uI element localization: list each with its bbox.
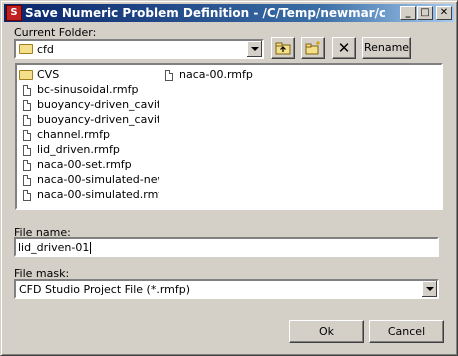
- current-folder-value: cfd: [37, 43, 54, 56]
- file-mask-value: CFD Studio Project File (*.rmfp): [19, 283, 191, 296]
- folder-icon: [19, 70, 33, 80]
- file-name-text: buoyancy-driven_cavity.r: [37, 98, 159, 111]
- delete-button[interactable]: ✕: [332, 37, 356, 59]
- file-icon: [23, 99, 31, 111]
- rename-button[interactable]: Rename: [362, 37, 411, 59]
- file-item[interactable]: naca-00-simulated-newSe: [19, 172, 159, 187]
- file-mask-select[interactable]: CFD Studio Project File (*.rmfp): [14, 279, 439, 299]
- file-item[interactable]: naca-00-set.rmfp: [19, 157, 159, 172]
- window-title: Save Numeric Problem Definition - /C/Tem…: [25, 6, 385, 20]
- cancel-button[interactable]: Cancel: [369, 320, 444, 343]
- file-name-text: naca-00-simulated-newSe: [37, 173, 159, 186]
- save-dialog-window: S Save Numeric Problem Definition - /C/T…: [0, 0, 458, 356]
- file-name-text: buoyancy-driven_cavity_: [37, 113, 159, 126]
- app-icon: S: [6, 5, 22, 21]
- file-name-text: channel.rmfp: [37, 128, 110, 141]
- file-item[interactable]: naca-00-simulated.rmfp: [19, 187, 159, 202]
- file-icon: [23, 84, 31, 96]
- folder-up-icon: [275, 42, 291, 55]
- maximize-button[interactable]: □: [417, 6, 433, 20]
- file-name-text: naca-00-set.rmfp: [37, 158, 132, 171]
- file-icon: [23, 144, 31, 156]
- current-folder-label: Current Folder:: [14, 26, 97, 39]
- file-icon: [23, 174, 31, 186]
- file-item[interactable]: buoyancy-driven_cavity_: [19, 112, 159, 127]
- folder-up-button[interactable]: [271, 37, 295, 59]
- chevron-down-icon[interactable]: [246, 41, 262, 57]
- new-folder-icon: [305, 41, 320, 55]
- file-name-text: naca-00.rmfp: [179, 68, 253, 81]
- file-icon: [23, 114, 31, 126]
- file-name-text: lid_driven.rmfp: [37, 143, 120, 156]
- folder-icon: [19, 44, 33, 54]
- file-item[interactable]: naca-00.rmfp: [161, 67, 291, 82]
- file-icon: [165, 69, 173, 81]
- file-name-text: bc-sinusoidal.rmfp: [37, 83, 139, 96]
- file-item[interactable]: lid_driven.rmfp: [19, 142, 159, 157]
- minimize-button[interactable]: _: [400, 6, 416, 20]
- file-item[interactable]: buoyancy-driven_cavity.r: [19, 97, 159, 112]
- ok-button[interactable]: Ok: [289, 320, 364, 343]
- file-name-text: naca-00-simulated.rmfp: [37, 188, 159, 201]
- file-icon: [23, 189, 31, 201]
- delete-icon: ✕: [337, 39, 351, 57]
- title-bar[interactable]: S Save Numeric Problem Definition - /C/T…: [4, 4, 454, 22]
- close-button[interactable]: ✕: [436, 6, 452, 20]
- file-icon: [23, 159, 31, 171]
- file-list[interactable]: CVS bc-sinusoidal.rmfp buoyancy-driven_cav…: [15, 63, 443, 210]
- chevron-down-icon[interactable]: [421, 281, 437, 297]
- file-item[interactable]: bc-sinusoidal.rmfp: [19, 82, 159, 97]
- folder-item[interactable]: CVS: [19, 67, 159, 82]
- file-name-value: lid_driven-01: [18, 241, 92, 254]
- file-item[interactable]: channel.rmfp: [19, 127, 159, 142]
- current-folder-select[interactable]: cfd: [14, 39, 264, 59]
- new-folder-button[interactable]: [301, 37, 325, 59]
- file-name-text: CVS: [37, 68, 60, 81]
- file-icon: [23, 129, 31, 141]
- file-name-input[interactable]: lid_driven-01: [14, 237, 439, 257]
